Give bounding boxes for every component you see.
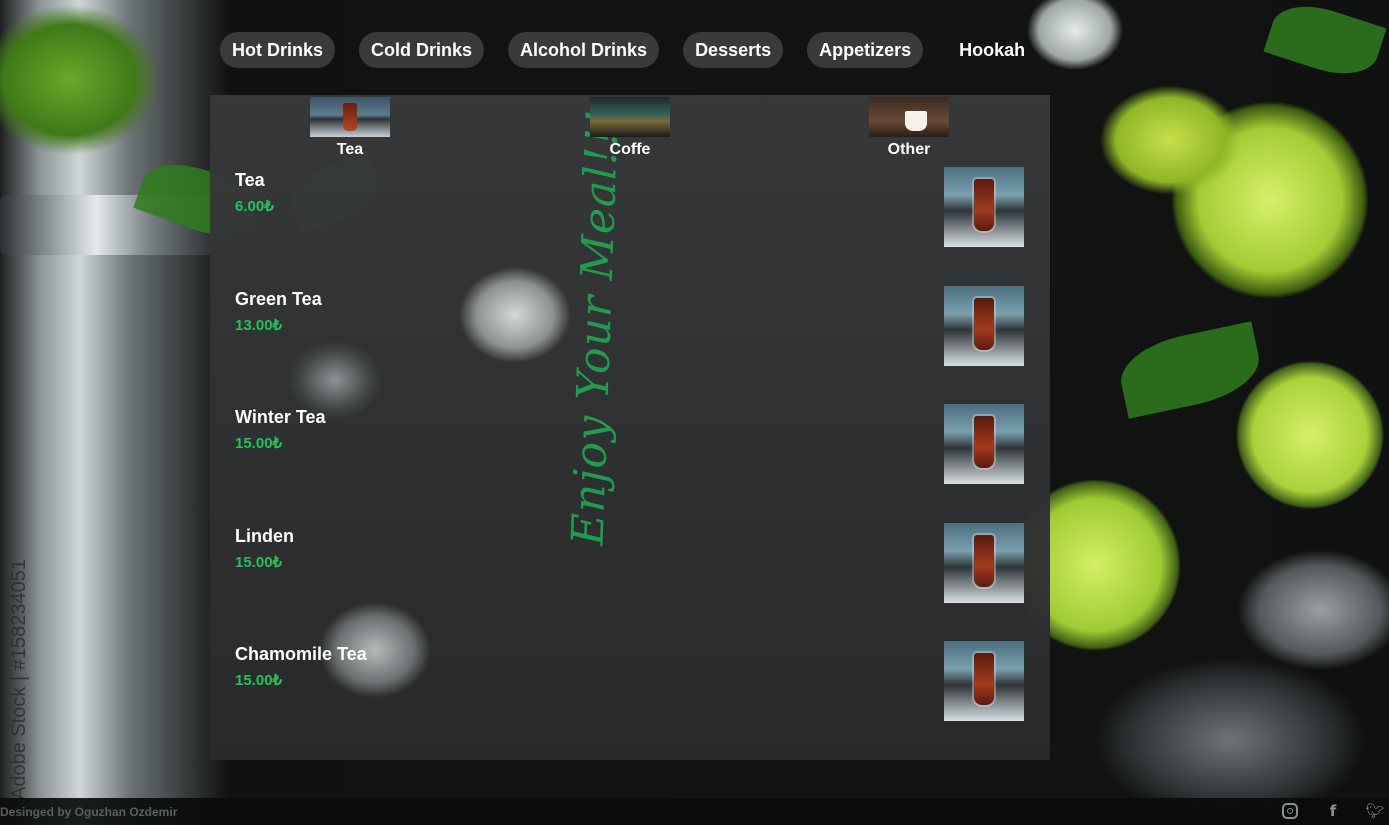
item-image[interactable] [944,641,1024,721]
menu-item[interactable]: Green Tea 13.00₺ [235,289,322,334]
subcategory-label: Other [887,141,931,158]
subcategory-coffe[interactable]: Coffe [590,97,670,159]
item-price: 15.00₺ [235,435,283,452]
page-footer: Desinged by Oguzhan Ozdemir f 🐦︎ [0,798,1389,825]
nav-cold-drinks[interactable]: Cold Drinks [359,32,485,68]
item-image[interactable] [944,523,1024,603]
menu-item[interactable]: Tea 6.00₺ [235,170,274,215]
item-name: Linden [235,526,294,546]
item-image[interactable] [944,404,1024,484]
item-price: 15.00₺ [235,554,283,571]
subcategory-label: Coffe [609,141,651,158]
nav-appetizers[interactable]: Appetizers [807,32,924,68]
item-name: Chamomile Tea [235,644,367,664]
twitter-icon[interactable]: 🐦︎ [1365,801,1385,821]
tea-thumbnail [310,97,390,137]
other-thumbnail [869,97,949,137]
subcategory-label: Tea [336,141,364,158]
subcategory-tea[interactable]: Tea [310,97,390,159]
category-nav: Hot Drinks Cold Drinks Alcohol Drinks De… [220,32,1061,68]
menu-item[interactable]: Winter Tea 15.00₺ [235,407,326,452]
instagram-icon[interactable] [1282,803,1298,819]
designer-credit: Desinged by Oguzhan Ozdemir [0,805,178,819]
item-price: 6.00₺ [235,198,274,215]
item-price: 13.00₺ [235,317,283,334]
item-price: 15.00₺ [235,672,283,689]
menu-item[interactable]: Linden 15.00₺ [235,526,294,571]
menu-item[interactable]: Chamomile Tea 15.00₺ [235,644,367,689]
nav-alcohol-drinks[interactable]: Alcohol Drinks [508,32,660,68]
nav-hot-drinks[interactable]: Hot Drinks [220,32,336,68]
nav-desserts[interactable]: Desserts [683,32,784,68]
item-name: Tea [235,170,265,190]
nav-hookah[interactable]: Hookah [947,32,1037,68]
subcategory-other[interactable]: Other [869,97,949,159]
item-name: Winter Tea [235,407,326,427]
item-image[interactable] [944,167,1024,247]
item-image[interactable] [944,286,1024,366]
item-name: Green Tea [235,289,322,309]
stock-watermark: Adobe Stock | #158234051 [8,559,30,800]
coffee-thumbnail [590,97,670,137]
facebook-icon[interactable]: f [1323,801,1343,821]
